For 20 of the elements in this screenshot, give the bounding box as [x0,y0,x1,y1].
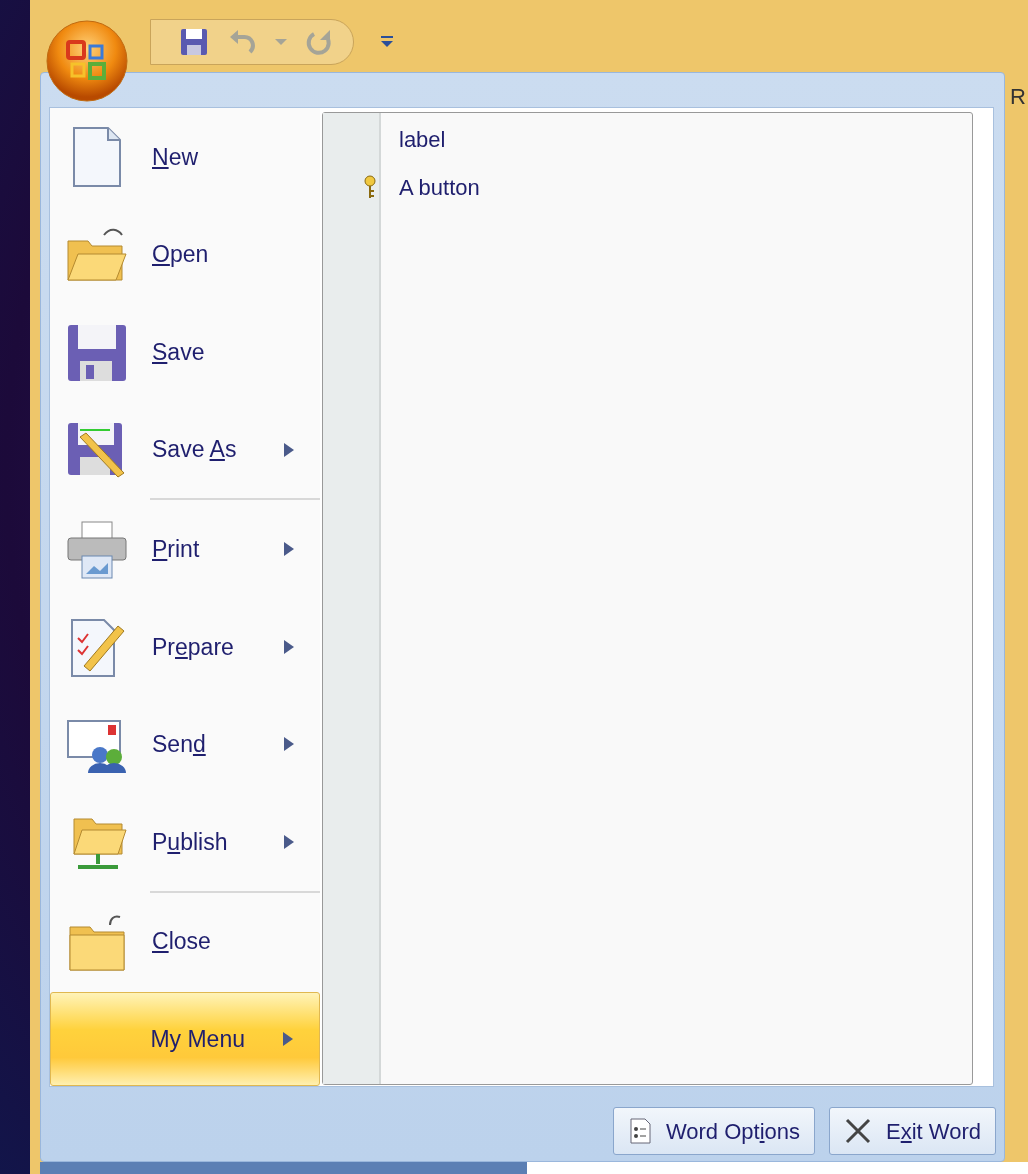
menu-item[interactable]: New [50,108,320,206]
caret-icon [275,39,287,45]
menu-item[interactable]: Send [50,695,320,794]
exit-button[interactable]: Exit Word [829,1107,996,1155]
menu-button[interactable]: A button [399,170,480,204]
menu-item[interactable]: Prepare [50,597,320,696]
menu-label: label [399,125,446,154]
key-icon [362,175,378,199]
menu-item[interactable]: Save [50,303,320,401]
menu-item[interactable]: Open [50,205,320,304]
menu-item[interactable]: Close [50,892,320,991]
document-icon [627,1117,652,1145]
menu-item[interactable]: Publish [50,793,320,891]
options-button[interactable]: Word Options [612,1107,816,1155]
ribbon-tab-label[interactable]: R [1010,80,1026,113]
menu-item[interactable]: My Menu [50,992,320,1086]
save-icon [178,26,210,58]
close-icon [844,1117,873,1145]
menu-item[interactable]: Print [50,500,320,598]
menu-item[interactable]: Save As [50,400,320,499]
